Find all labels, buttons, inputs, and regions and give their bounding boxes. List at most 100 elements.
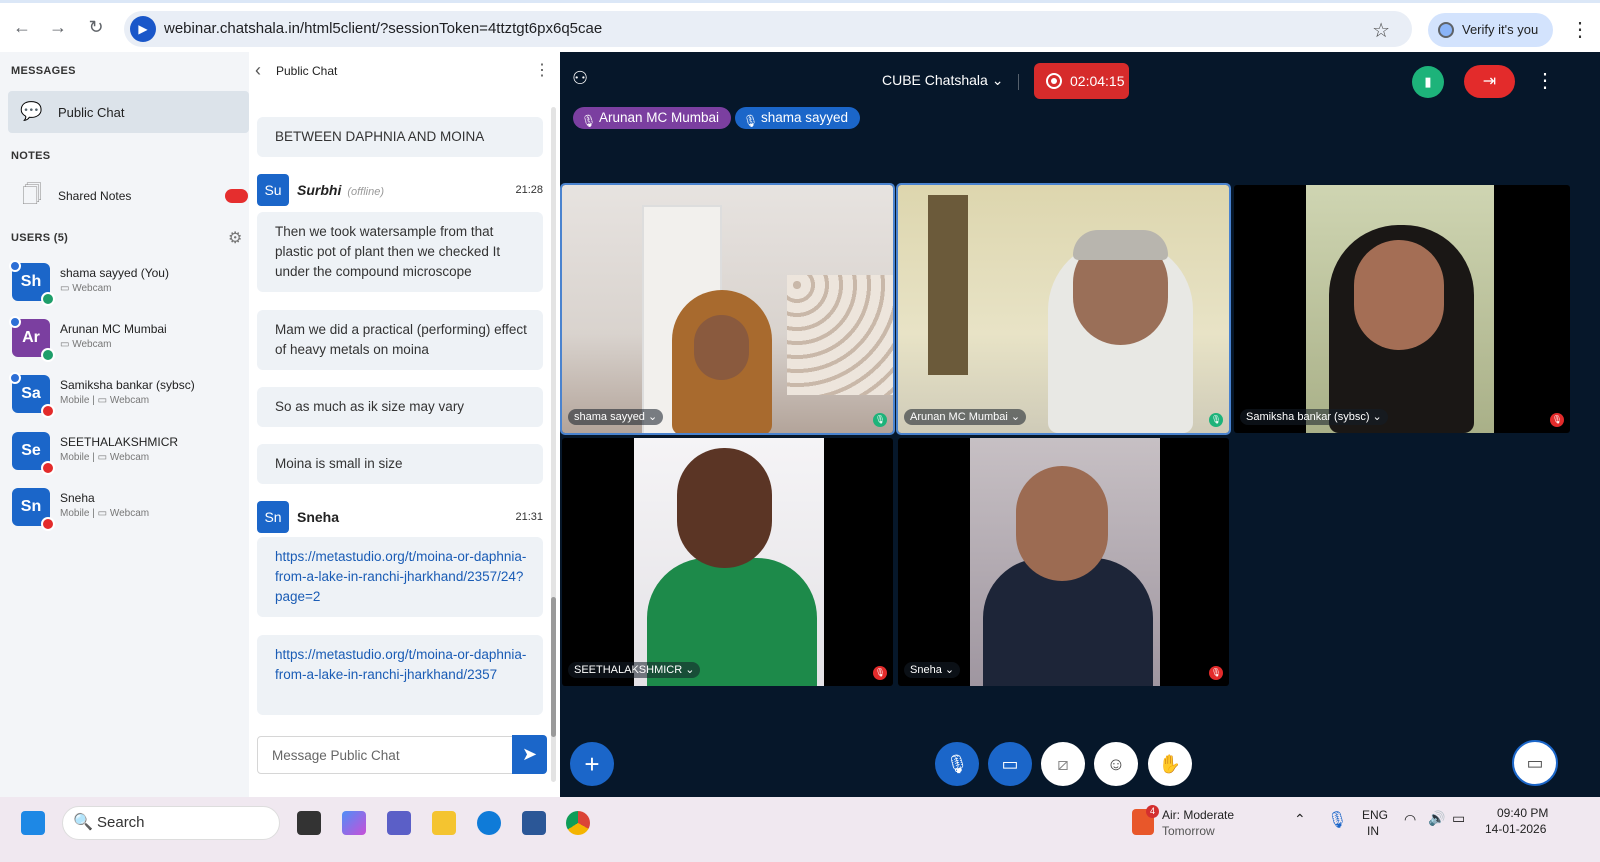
record-icon bbox=[1046, 73, 1062, 89]
face-shape bbox=[1016, 466, 1108, 581]
chat-header: ‹ Public Chat ⋮ bbox=[249, 52, 560, 92]
microphone-button[interactable]: 🎙 bbox=[935, 742, 979, 786]
status-dot bbox=[41, 517, 55, 531]
user-device: ▭ Webcam bbox=[60, 339, 112, 350]
muted-microphone-icon: 🎙 bbox=[1209, 666, 1223, 680]
reload-icon[interactable]: ↻ bbox=[84, 15, 108, 39]
actions-button[interactable]: + bbox=[570, 742, 614, 786]
video-tile[interactable]: SEETHALAKSHMICR ⌄ 🎙 bbox=[562, 438, 893, 686]
face-shape bbox=[694, 315, 749, 380]
chat-scrollbar[interactable] bbox=[551, 107, 556, 782]
connection-status-icon[interactable]: ▮ bbox=[1412, 66, 1444, 98]
message-time: 21:28 bbox=[515, 184, 543, 196]
sidebar-item-public-chat[interactable]: 💬 Public Chat bbox=[8, 91, 249, 133]
video-tile[interactable]: Arunan MC Mumbai ⌄ 🎙 bbox=[896, 183, 1231, 435]
participant-name[interactable]: Sneha ⌄ bbox=[904, 662, 961, 678]
taskbar-search[interactable]: 🔍 Search bbox=[62, 806, 280, 840]
user-list-item[interactable]: Ar Arunan MC Mumbai ▭ Webcam bbox=[9, 316, 245, 366]
role-badge bbox=[9, 372, 21, 384]
store-icon[interactable] bbox=[522, 811, 546, 835]
region-label[interactable]: IN bbox=[1367, 824, 1379, 838]
hair-shape bbox=[1073, 230, 1168, 260]
scrollbar-thumb[interactable] bbox=[551, 597, 556, 737]
participant-name[interactable]: Arunan MC Mumbai ⌄ bbox=[904, 409, 1027, 425]
user-list-item[interactable]: Sn Sneha Mobile | ▭ Webcam bbox=[10, 485, 245, 535]
avatar: Se bbox=[12, 432, 55, 475]
task-view-icon[interactable] bbox=[297, 811, 321, 835]
raise-hand-button[interactable]: ✋ bbox=[1148, 742, 1192, 786]
participant-name[interactable]: shama sayyed ⌄ bbox=[568, 409, 664, 425]
sidebar: MESSAGES 💬 Public Chat NOTES 🗍 Shared No… bbox=[0, 52, 249, 812]
chevron-down-icon: ⌄ bbox=[991, 72, 1004, 88]
role-badge bbox=[9, 260, 21, 272]
presentation-button[interactable]: ▭ bbox=[1512, 740, 1558, 786]
battery-icon[interactable]: ▭ bbox=[1452, 810, 1465, 827]
send-button[interactable]: ➤ bbox=[512, 735, 547, 774]
language-label[interactable]: ENG bbox=[1362, 808, 1388, 822]
users-heading: USERS (5) bbox=[11, 232, 69, 244]
user-name: Samiksha bankar (sybsc) bbox=[60, 378, 195, 392]
chat-link[interactable]: https://metastudio.org/t/moina-or-daphni… bbox=[257, 635, 543, 715]
search-label: Search bbox=[97, 814, 145, 831]
user-list-item[interactable]: Se SEETHALAKSHMICR Mobile | ▭ Webcam bbox=[10, 429, 245, 479]
participant-name-text: shama sayyed bbox=[574, 411, 645, 423]
edge-icon[interactable] bbox=[477, 811, 501, 835]
chat-link[interactable]: https://metastudio.org/t/moina-or-daphni… bbox=[257, 537, 543, 617]
chat-input[interactable]: Message Public Chat bbox=[257, 736, 514, 774]
windows-start-icon[interactable] bbox=[21, 811, 45, 835]
user-list-item[interactable]: Sh shama sayyed (You) ▭ Webcam bbox=[9, 260, 245, 310]
chat-options-icon[interactable]: ⋮ bbox=[534, 60, 550, 80]
chevron-left-icon[interactable]: ‹ bbox=[255, 60, 261, 81]
clock-date[interactable]: 14-01-2026 bbox=[1485, 822, 1546, 836]
verify-button[interactable]: Verify it's you bbox=[1428, 13, 1553, 47]
chat-message: Moina is small in size bbox=[257, 444, 543, 484]
notes-badge bbox=[225, 189, 248, 203]
file-explorer-icon[interactable] bbox=[432, 811, 456, 835]
clock-time[interactable]: 09:40 PM bbox=[1497, 806, 1548, 820]
gear-icon[interactable]: ⚙ bbox=[228, 228, 242, 248]
recording-indicator[interactable]: 02:04:15 bbox=[1034, 63, 1129, 99]
leave-button[interactable]: ⇥ bbox=[1464, 65, 1515, 98]
camera-button[interactable]: ▭ bbox=[988, 742, 1032, 786]
search-icon: 🔍 bbox=[73, 814, 93, 831]
user-list-toggle-icon[interactable]: ⚇ bbox=[572, 68, 588, 89]
video-tile[interactable]: Sneha ⌄ 🎙 bbox=[898, 438, 1229, 686]
teams-icon[interactable] bbox=[387, 811, 411, 835]
curtain-shape bbox=[787, 275, 893, 395]
options-icon[interactable]: ⋮ bbox=[1535, 68, 1555, 93]
address-bar[interactable]: ▶ webinar.chatshala.in/html5client/?sess… bbox=[124, 11, 1412, 47]
video-tile[interactable]: Samiksha bankar (sybsc) ⌄ 🎙 bbox=[1234, 185, 1570, 433]
sender-name: Surbhi (offline) bbox=[297, 182, 384, 198]
meeting-title[interactable]: CUBE Chatshala ⌄ bbox=[882, 72, 1003, 89]
weather-label[interactable]: Air: Moderate bbox=[1162, 808, 1234, 822]
participant-name[interactable]: Samiksha bankar (sybsc) ⌄ bbox=[1240, 409, 1388, 425]
talking-indicator: 🎙 Arunan MC Mumbai bbox=[573, 107, 732, 129]
recording-time: 02:04:15 bbox=[1070, 73, 1125, 89]
url-text[interactable]: webinar.chatshala.in/html5client/?sessio… bbox=[164, 20, 602, 37]
wifi-icon[interactable]: ◠ bbox=[1404, 811, 1416, 828]
talker-name: Arunan MC Mumbai bbox=[599, 110, 720, 125]
back-arrow-icon[interactable]: ← bbox=[10, 15, 34, 39]
chat-bubble-icon: 💬 bbox=[20, 101, 43, 121]
microphone-icon[interactable]: 🎙 bbox=[1327, 810, 1347, 830]
user-device: Mobile | ▭ Webcam bbox=[60, 395, 150, 406]
avatar: Sn bbox=[12, 488, 55, 531]
screen-share-button[interactable]: ⧄ bbox=[1041, 742, 1085, 786]
notes-heading: NOTES bbox=[11, 150, 51, 162]
bookmark-star-icon[interactable]: ☆ bbox=[1372, 18, 1390, 43]
video-tile[interactable]: shama sayyed ⌄ 🎙 bbox=[560, 183, 895, 435]
forward-arrow-icon[interactable]: → bbox=[46, 15, 70, 39]
user-list-item[interactable]: Sa Samiksha bankar (sybsc) Mobile | ▭ Webc… bbox=[9, 372, 245, 422]
message-time: 21:31 bbox=[515, 511, 543, 523]
reactions-button[interactable]: ☺ bbox=[1094, 742, 1138, 786]
copilot-icon[interactable] bbox=[342, 811, 366, 835]
participant-name[interactable]: SEETHALAKSHMICR ⌄ bbox=[568, 662, 701, 678]
participant-name-text: Sneha bbox=[910, 664, 942, 676]
chevron-up-icon[interactable]: ⌃ bbox=[1294, 811, 1306, 828]
volume-icon[interactable]: 🔊 bbox=[1428, 810, 1445, 827]
shared-notes-label[interactable]: Shared Notes bbox=[58, 189, 131, 203]
screen-share-icon: ⧄ bbox=[1057, 754, 1069, 774]
face-shape bbox=[1354, 240, 1444, 350]
chrome-icon[interactable] bbox=[566, 811, 590, 835]
browser-menu-icon[interactable]: ⋮ bbox=[1570, 17, 1590, 42]
